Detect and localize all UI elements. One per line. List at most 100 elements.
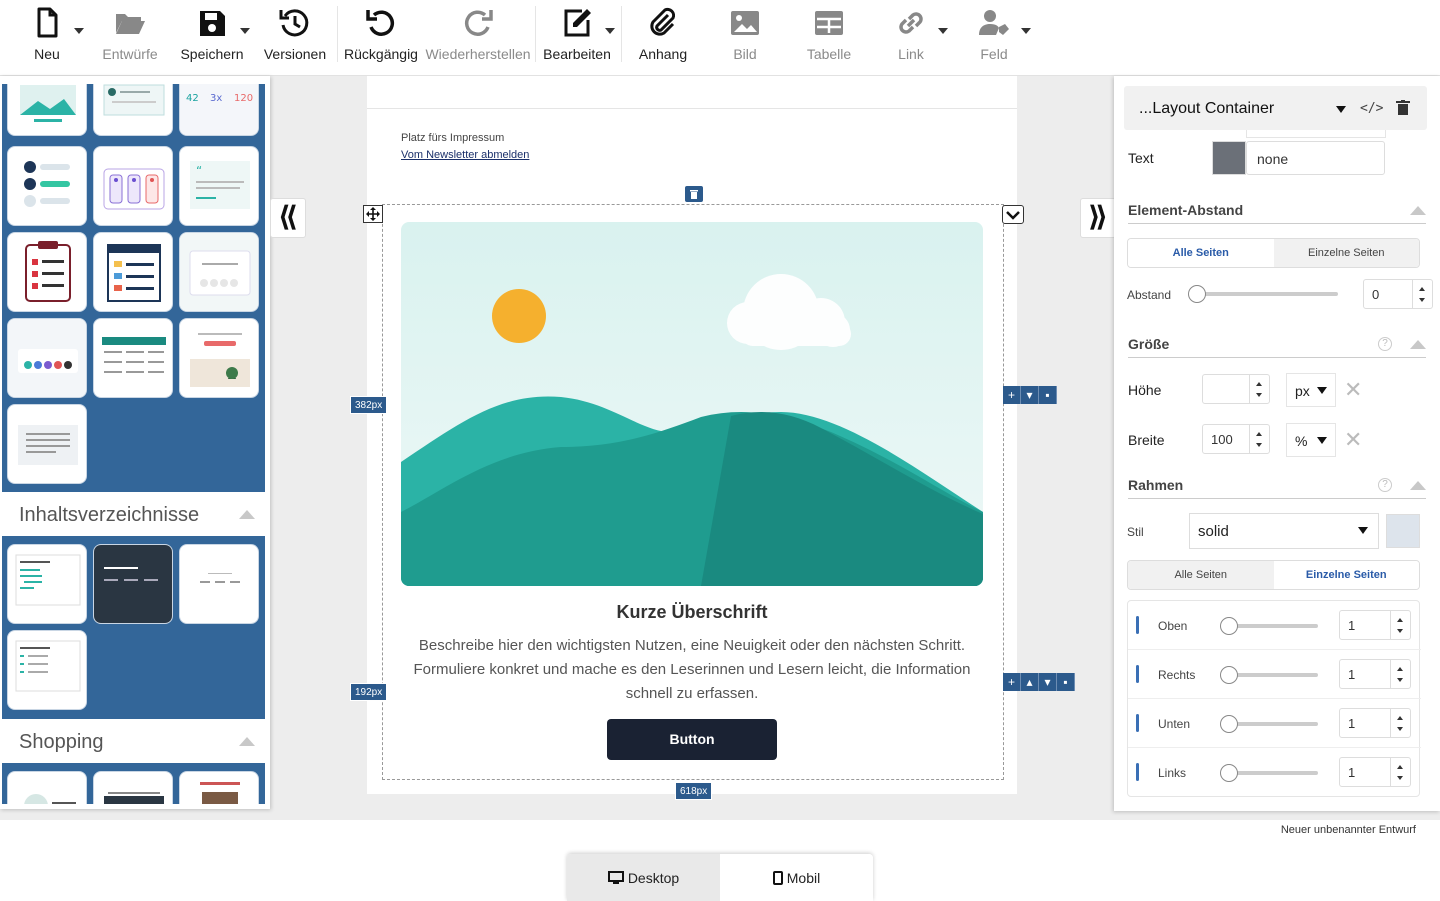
move-down-icon[interactable]: ▾ xyxy=(1021,386,1039,404)
collapse-up-icon[interactable] xyxy=(1410,206,1426,215)
spacing-stepper[interactable] xyxy=(1412,280,1432,308)
template-thumb[interactable] xyxy=(7,544,87,624)
container-options-button[interactable] xyxy=(1002,205,1024,224)
add-icon[interactable]: + xyxy=(1003,386,1021,404)
border-side-slider[interactable] xyxy=(1220,666,1318,684)
email-canvas[interactable]: Platz fürs Impressum Vom Newsletter abme… xyxy=(350,76,1075,800)
code-icon[interactable]: </> xyxy=(1360,101,1383,116)
save-button[interactable]: Speichern xyxy=(180,6,244,70)
template-thumb[interactable] xyxy=(93,232,173,312)
block-body-text[interactable]: Beschreibe hier den wichtigsten Nutzen, … xyxy=(411,634,973,706)
new-button[interactable]: Neu xyxy=(22,6,72,70)
trash-icon[interactable]: ▪ xyxy=(1039,386,1057,404)
border-side-input[interactable]: 1 xyxy=(1339,708,1411,738)
spacing-all-sides-tab[interactable]: Alle Seiten xyxy=(1128,239,1274,267)
slider-knob[interactable] xyxy=(1220,715,1238,733)
slider-knob[interactable] xyxy=(1220,617,1238,635)
delete-block-button[interactable] xyxy=(685,186,703,202)
help-icon[interactable]: ? xyxy=(1378,478,1392,492)
collapse-up-icon[interactable] xyxy=(239,510,255,519)
trash-icon[interactable] xyxy=(1396,100,1410,116)
template-thumb[interactable] xyxy=(93,146,173,226)
template-thumb[interactable] xyxy=(179,232,259,312)
border-side-input[interactable]: 1 xyxy=(1339,659,1411,689)
collapse-right-panel-button[interactable]: ⟫ xyxy=(1080,198,1116,238)
template-thumb[interactable] xyxy=(93,771,173,804)
edit-button[interactable]: Bearbeiten xyxy=(543,6,611,70)
border-side-slider[interactable] xyxy=(1220,715,1318,733)
stepper[interactable] xyxy=(1390,660,1410,688)
add-icon[interactable]: + xyxy=(1003,673,1021,691)
clear-height-icon[interactable]: ✕ xyxy=(1344,379,1362,401)
border-section-header[interactable]: Rahmen ? xyxy=(1128,469,1426,499)
height-input[interactable] xyxy=(1202,374,1270,404)
link-button[interactable]: Link xyxy=(890,6,932,70)
width-stepper[interactable] xyxy=(1249,425,1269,453)
template-thumb[interactable] xyxy=(179,771,259,804)
trash-icon[interactable]: ▪ xyxy=(1057,673,1075,691)
clear-width-icon[interactable]: ✕ xyxy=(1344,429,1362,451)
template-thumb[interactable] xyxy=(179,544,259,624)
new-dropdown-icon[interactable] xyxy=(74,28,84,34)
spacing-slider[interactable] xyxy=(1188,285,1338,303)
border-single-sides-tab[interactable]: Einzelne Seiten xyxy=(1273,561,1419,589)
edit-dropdown-icon[interactable] xyxy=(605,28,615,34)
slider-knob[interactable] xyxy=(1188,285,1206,303)
redo-button[interactable]: Wiederherstellen xyxy=(425,6,531,70)
template-thumb[interactable] xyxy=(93,84,173,136)
save-dropdown-icon[interactable] xyxy=(240,28,250,34)
spacing-input[interactable]: 0 xyxy=(1363,279,1433,309)
border-side-input[interactable]: 1 xyxy=(1339,757,1411,787)
move-up-icon[interactable]: ▴ xyxy=(1021,673,1039,691)
field-button[interactable]: Feld xyxy=(972,6,1016,70)
table-button[interactable]: Tabelle xyxy=(800,6,858,70)
section-header-toc[interactable]: Inhaltsverzeichnisse xyxy=(2,492,265,536)
collapse-up-icon[interactable] xyxy=(239,737,255,746)
template-thumb[interactable] xyxy=(7,404,87,484)
element-selector[interactable]: ...Layout Container </> xyxy=(1124,86,1427,130)
stepper[interactable] xyxy=(1390,611,1410,639)
slider-knob[interactable] xyxy=(1220,666,1238,684)
width-input[interactable]: 100 xyxy=(1202,424,1270,454)
template-thumb[interactable] xyxy=(7,630,87,710)
section-header-shopping[interactable]: Shopping xyxy=(2,719,265,763)
template-thumb[interactable]: “ xyxy=(179,146,259,226)
template-thumb[interactable] xyxy=(93,544,173,624)
template-thumb[interactable] xyxy=(7,771,87,804)
collapse-up-icon[interactable] xyxy=(1410,481,1426,490)
link-dropdown-icon[interactable] xyxy=(938,28,948,34)
attachment-button[interactable]: Anhang xyxy=(635,6,691,70)
desktop-tab[interactable]: Desktop xyxy=(567,854,720,901)
template-scroll-area[interactable]: 42 3x 120 “ Inhaltsverzeichnisse Shoppin… xyxy=(2,84,265,804)
move-handle[interactable] xyxy=(363,205,383,223)
border-side-input[interactable]: 1 xyxy=(1339,610,1411,640)
collapse-left-panel-button[interactable]: ⟪ xyxy=(270,198,306,238)
border-style-select[interactable]: solid xyxy=(1189,513,1379,549)
drafts-button[interactable]: Entwürfe xyxy=(100,6,160,70)
template-thumb[interactable]: 42 3x 120 xyxy=(179,84,259,136)
template-thumb[interactable] xyxy=(7,232,87,312)
chevron-down-icon[interactable] xyxy=(1336,106,1346,113)
unsubscribe-link[interactable]: Vom Newsletter abmelden xyxy=(401,149,529,161)
height-unit-select[interactable]: px xyxy=(1286,373,1336,407)
border-side-slider[interactable] xyxy=(1220,617,1318,635)
text-color-input[interactable]: none xyxy=(1246,141,1385,175)
width-unit-select[interactable]: % xyxy=(1286,423,1336,457)
move-down-icon[interactable]: ▾ xyxy=(1039,673,1057,691)
template-thumb[interactable] xyxy=(179,318,259,398)
image-button[interactable]: Bild xyxy=(720,6,770,70)
versions-button[interactable]: Versionen xyxy=(262,6,328,70)
text-color-swatch[interactable] xyxy=(1212,141,1246,175)
field-dropdown-icon[interactable] xyxy=(1021,28,1031,34)
template-thumb[interactable] xyxy=(7,318,87,398)
template-thumb[interactable] xyxy=(7,146,87,226)
stepper[interactable] xyxy=(1390,758,1410,786)
border-all-sides-tab[interactable]: Alle Seiten xyxy=(1128,561,1274,589)
mobile-tab[interactable]: Mobil xyxy=(720,854,873,901)
spacing-section-header[interactable]: Element-Abstand xyxy=(1128,194,1426,224)
cta-button[interactable]: Button xyxy=(607,719,777,760)
block-heading[interactable]: Kurze Überschrift xyxy=(401,602,983,623)
undo-button[interactable]: Rückgängig xyxy=(344,6,418,70)
spacing-single-sides-tab[interactable]: Einzelne Seiten xyxy=(1273,239,1419,267)
border-color-swatch[interactable] xyxy=(1386,514,1420,548)
